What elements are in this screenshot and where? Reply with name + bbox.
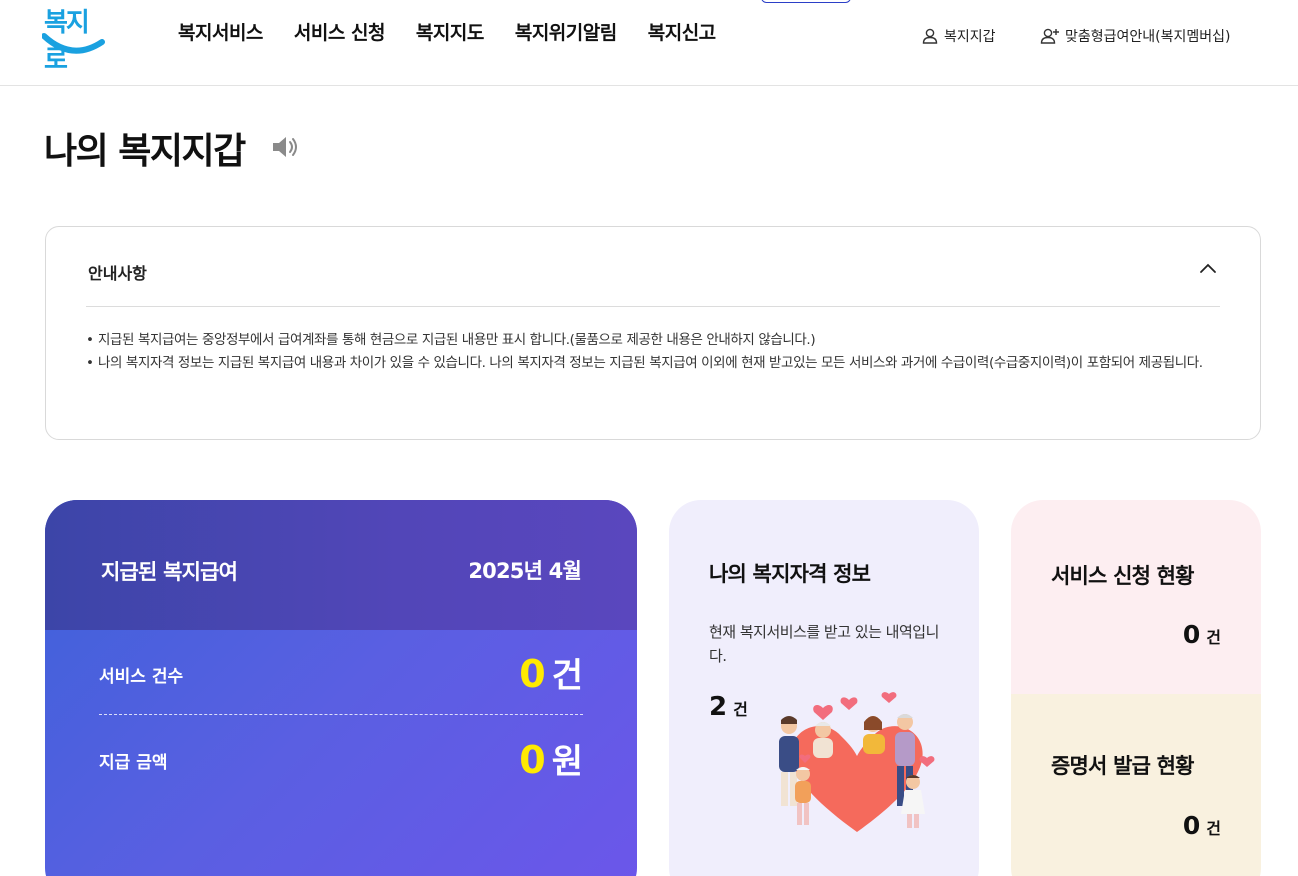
- application-count-number: 0: [1182, 620, 1201, 649]
- util-membership-link[interactable]: 맞춤형급여안내(복지멤버십): [1040, 26, 1230, 46]
- top-banner-pill[interactable]: [761, 0, 851, 3]
- certificate-status-panel[interactable]: [1011, 694, 1261, 876]
- chevron-up-icon[interactable]: [1198, 261, 1218, 275]
- person-icon: [922, 28, 938, 44]
- nav-welfare-map[interactable]: 복지지도: [416, 18, 484, 45]
- page-title: 나의 복지지갑: [44, 131, 246, 172]
- status-card: 서비스 신청 현황 0 건 증명서 발급 현황 0 건: [1011, 500, 1261, 876]
- amount-unit: 원: [551, 742, 583, 782]
- qualification-card-title: 나의 복지자격 정보: [709, 562, 871, 586]
- service-count-unit: 건: [551, 656, 583, 696]
- application-status-panel[interactable]: [1011, 500, 1261, 694]
- certificate-count-number: 0: [1182, 811, 1201, 840]
- notice-divider: [86, 306, 1220, 307]
- family-heart-illustration: [779, 692, 935, 832]
- person-add-icon: [1040, 28, 1059, 44]
- certificate-status-count: 0 건: [1183, 811, 1221, 840]
- payment-card-divider: [99, 714, 583, 715]
- main-nav: 복지서비스 서비스 신청 복지지도 복지위기알림 복지신고: [178, 18, 747, 45]
- certificate-count-unit: 건: [1206, 819, 1221, 838]
- nav-welfare-service[interactable]: 복지서비스: [178, 18, 263, 45]
- nav-welfare-report[interactable]: 복지신고: [648, 18, 716, 45]
- application-status-count: 0 건: [1183, 620, 1221, 649]
- application-count-unit: 건: [1206, 628, 1221, 647]
- qualification-count: 2 건: [709, 692, 748, 722]
- site-header: 복지로 복지서비스 서비스 신청 복지지도 복지위기알림 복지신고 복지지갑 맞…: [0, 0, 1298, 86]
- nav-service-apply[interactable]: 서비스 신청: [294, 18, 386, 45]
- notice-item: 나의 복지자격 정보는 지급된 복지급여 내용과 차이가 있을 수 있습니다. …: [86, 352, 1226, 375]
- payment-card-date: 2025년 4월: [468, 559, 581, 583]
- service-count-number: 0: [519, 652, 546, 696]
- qualification-card-description: 현재 복지서비스를 받고 있는 내역입니다.: [709, 623, 939, 665]
- amount-value: 0 원: [519, 734, 583, 783]
- amount-label: 지급 금액: [99, 753, 168, 773]
- util-membership-label: 맞춤형급여안내(복지멤버십): [1065, 29, 1231, 45]
- qualification-card[interactable]: 나의 복지자격 정보 현재 복지서비스를 받고 있는 내역입니다. 2 건: [669, 500, 979, 876]
- speaker-icon[interactable]: [271, 134, 299, 160]
- util-wallet-link[interactable]: 복지지갑: [921, 26, 996, 46]
- nav-crisis-alert[interactable]: 복지위기알림: [515, 18, 617, 45]
- service-count-label: 서비스 건수: [99, 667, 184, 687]
- amount-number: 0: [519, 738, 546, 782]
- logo-smile-icon: [42, 33, 105, 54]
- site-logo[interactable]: 복지로: [42, 2, 108, 75]
- payment-card-title: 지급된 복지급여: [101, 560, 238, 584]
- util-wallet-label: 복지지갑: [944, 29, 996, 45]
- certificate-status-title: 증명서 발급 현황: [1051, 754, 1194, 778]
- application-status-title: 서비스 신청 현황: [1051, 564, 1194, 588]
- notice-list: 지급된 복지급여는 중앙정부에서 급여계좌를 통해 현금으로 지급된 내용만 표…: [86, 329, 1226, 375]
- qualification-count-number: 2: [709, 692, 728, 722]
- notice-title: 안내사항: [88, 264, 147, 283]
- notice-item: 지급된 복지급여는 중앙정부에서 급여계좌를 통해 현금으로 지급된 내용만 표…: [86, 329, 1226, 352]
- service-count-value: 0 건: [519, 648, 583, 697]
- notice-box: 안내사항 지급된 복지급여는 중앙정부에서 급여계좌를 통해 현금으로 지급된 …: [45, 226, 1261, 440]
- qualification-count-unit: 건: [733, 700, 748, 719]
- payment-card[interactable]: 지급된 복지급여 2025년 4월 서비스 건수 0 건 지급 금액 0 원: [45, 500, 637, 876]
